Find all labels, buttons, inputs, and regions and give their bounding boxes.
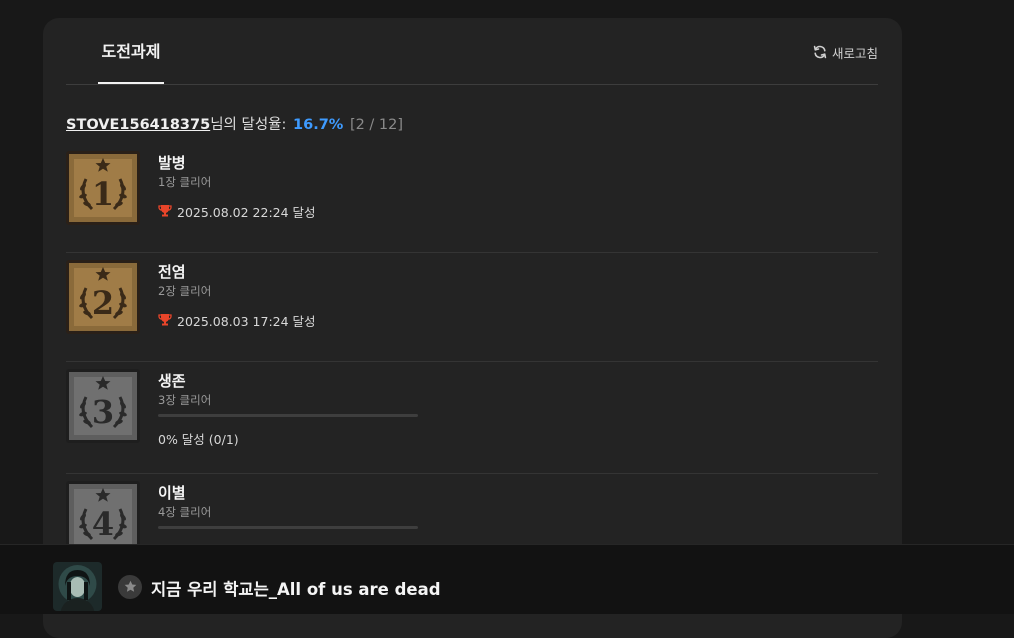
rate-count: [2 / 12] bbox=[349, 117, 404, 133]
achievement-desc: 3장 클리어 bbox=[158, 393, 212, 407]
game-footer-bar: 지금 우리 학교는_All of us are dead bbox=[0, 544, 1014, 614]
progress-bar bbox=[158, 526, 418, 529]
favorite-button[interactable] bbox=[118, 575, 142, 599]
refresh-icon bbox=[813, 45, 827, 59]
achievement-name: 생존 bbox=[158, 372, 186, 390]
user-link[interactable]: STOVE156418375 bbox=[66, 117, 210, 133]
laurel-badge-icon: 2 bbox=[66, 260, 140, 334]
achievement-item: 3 생존 3장 클리어 0% 달성 (0/1) bbox=[66, 362, 878, 474]
achievement-item: 1 발병 1장 클리어 2025.08.02 22:24 달성 bbox=[66, 144, 878, 253]
tab-bar: 도전과제 새로고침 bbox=[66, 18, 878, 85]
achieved-date: 2025.08.02 22:24 달성 bbox=[177, 205, 316, 220]
star-icon bbox=[124, 578, 137, 597]
achievement-rate: STOVE156418375님의 달성율: 16.7% [2 / 12] bbox=[66, 113, 403, 134]
trophy-icon bbox=[158, 204, 172, 220]
laurel-badge-icon: 1 bbox=[66, 151, 140, 225]
achieved-status: 2025.08.03 17:24 달성 bbox=[158, 311, 316, 330]
achievement-name: 발병 bbox=[158, 154, 186, 172]
badge-number: 4 bbox=[92, 505, 114, 543]
achievement-name: 이별 bbox=[158, 484, 186, 502]
achievement-name: 전염 bbox=[158, 263, 186, 281]
rate-suffix: 님의 달성율: bbox=[210, 117, 287, 133]
game-thumbnail[interactable] bbox=[53, 562, 102, 611]
achievement-desc: 2장 클리어 bbox=[158, 284, 212, 298]
refresh-button[interactable]: 새로고침 bbox=[813, 43, 878, 61]
trophy-icon bbox=[158, 313, 172, 329]
progress-bar bbox=[158, 414, 418, 417]
laurel-badge-icon: 3 bbox=[66, 369, 140, 443]
badge-number: 1 bbox=[92, 175, 114, 213]
achievement-desc: 1장 클리어 bbox=[158, 175, 212, 189]
achieved-status: 2025.08.02 22:24 달성 bbox=[158, 202, 316, 221]
badge-number: 2 bbox=[92, 284, 114, 322]
game-title: 지금 우리 학교는_All of us are dead bbox=[151, 580, 441, 599]
badge-number: 3 bbox=[92, 393, 114, 431]
achievement-desc: 4장 클리어 bbox=[158, 505, 212, 519]
refresh-label: 새로고침 bbox=[831, 45, 878, 61]
achieved-date: 2025.08.03 17:24 달성 bbox=[177, 314, 316, 329]
progress-text: 0% 달성 (0/1) bbox=[158, 432, 239, 447]
tab-achievements[interactable]: 도전과제 bbox=[98, 18, 164, 84]
rate-percent: 16.7% bbox=[293, 117, 344, 133]
achievement-list: 1 발병 1장 클리어 2025.08.02 22:24 달성 2 전염 2장 … bbox=[66, 144, 878, 586]
achievement-item: 2 전염 2장 클리어 2025.08.03 17:24 달성 bbox=[66, 253, 878, 362]
